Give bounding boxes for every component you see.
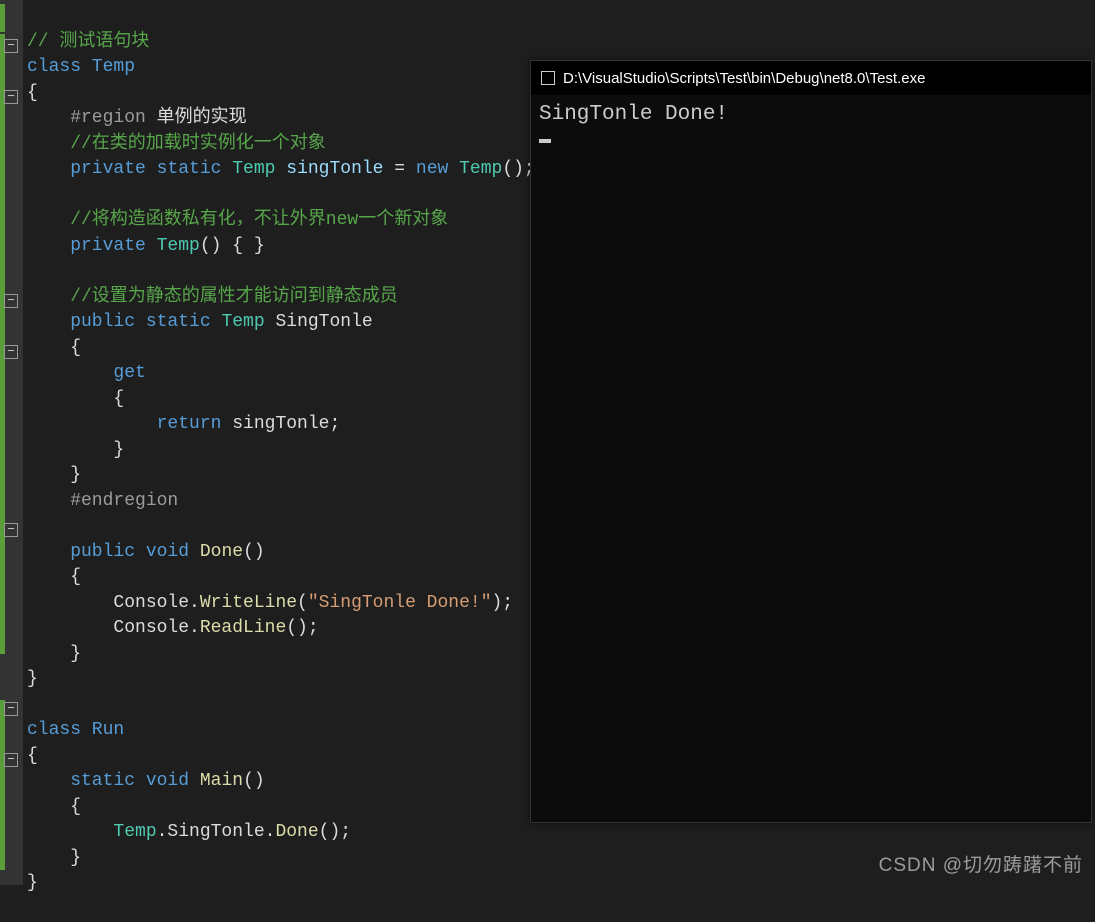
code-line: class Run (27, 720, 124, 740)
code-line: private (27, 159, 146, 179)
cursor-icon (539, 139, 551, 143)
code-line: Temp (27, 822, 157, 842)
code-line: public (27, 542, 135, 562)
code-line: } (27, 465, 81, 485)
console-output: SingTonle Done! (531, 95, 1091, 822)
code-line: } (27, 669, 38, 689)
code-line: private (27, 236, 146, 256)
fold-toggle[interactable]: − (4, 523, 18, 537)
code-line: Console. (27, 618, 200, 638)
app-icon (541, 71, 555, 85)
code-line: #region (27, 108, 146, 128)
change-bar (0, 4, 5, 32)
code-line: class Temp (27, 57, 135, 77)
code-line: } (27, 848, 81, 868)
code-line: { (27, 797, 81, 817)
code-line: static (27, 771, 135, 791)
code-line: //将构造函数私有化，不让外界new一个新对象 (27, 210, 448, 230)
watermark: CSDN @切勿踌躇不前 (879, 850, 1083, 877)
fold-toggle[interactable]: − (4, 345, 18, 359)
change-bar (0, 34, 5, 654)
code-line: { (27, 83, 38, 103)
code-line: public (27, 312, 135, 332)
code-line: return (157, 414, 222, 434)
code-line: //设置为静态的属性才能访问到静态成员 (27, 287, 398, 307)
code-line: get (113, 363, 145, 383)
change-bar (0, 700, 5, 870)
console-titlebar[interactable]: D:\VisualStudio\Scripts\Test\bin\Debug\n… (531, 61, 1091, 95)
code-line: { (27, 746, 38, 766)
fold-toggle[interactable]: − (4, 294, 18, 308)
code-line: } (27, 873, 38, 893)
fold-toggle[interactable]: − (4, 90, 18, 104)
code-line: { (27, 338, 81, 358)
console-window[interactable]: D:\VisualStudio\Scripts\Test\bin\Debug\n… (530, 60, 1092, 823)
code-line: Console. (27, 593, 200, 613)
fold-toggle[interactable]: − (4, 39, 18, 53)
fold-toggle[interactable]: − (4, 702, 18, 716)
code-line: } (27, 644, 81, 664)
console-title: D:\VisualStudio\Scripts\Test\bin\Debug\n… (563, 70, 925, 87)
code-line: // 测试语句块 (27, 32, 149, 52)
fold-gutter: − − − − − − − (0, 0, 23, 885)
code-line: { (27, 389, 124, 409)
code-line: #endregion (27, 491, 178, 511)
code-line: { (27, 567, 81, 587)
code-line: } (27, 440, 124, 460)
fold-toggle[interactable]: − (4, 753, 18, 767)
code-line: //在类的加载时实例化一个对象 (27, 134, 326, 154)
